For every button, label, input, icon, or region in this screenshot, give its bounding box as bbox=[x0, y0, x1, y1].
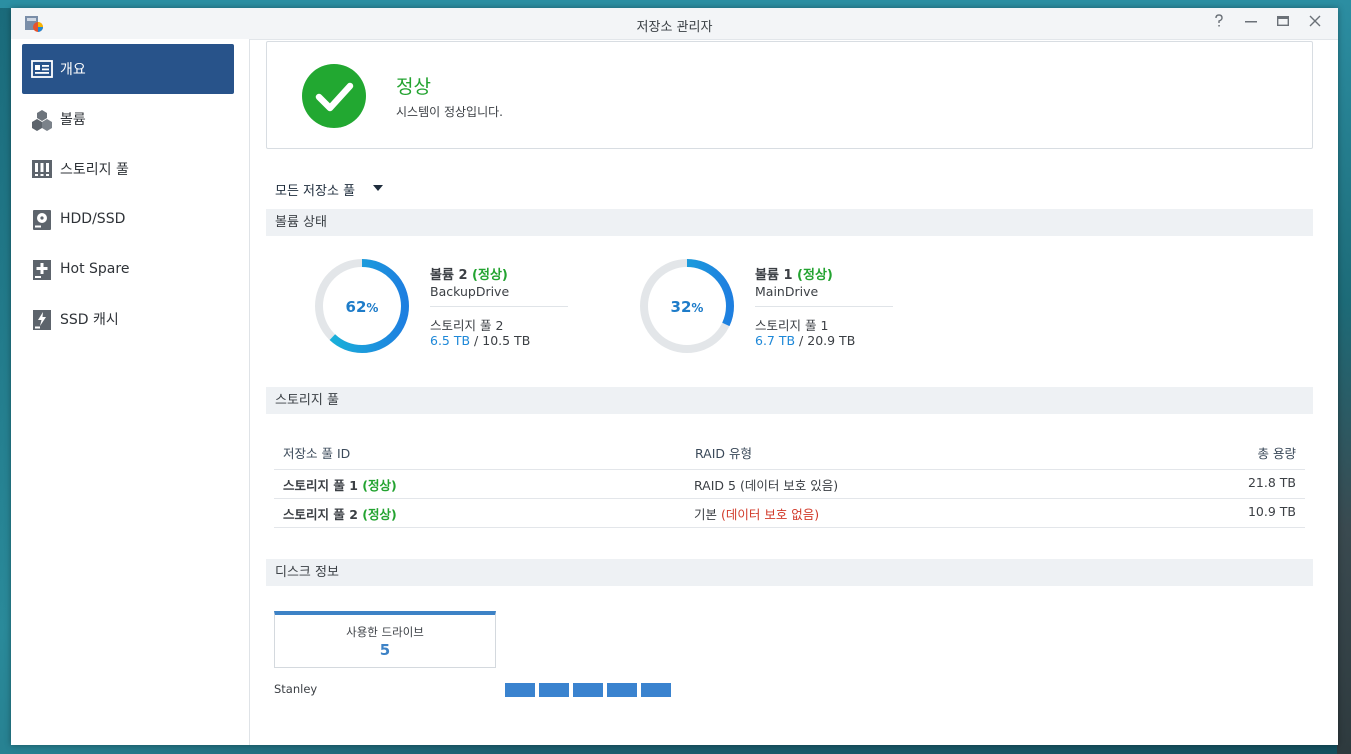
volume-usage-donut: 32% bbox=[640, 259, 734, 353]
volume-percent: 32 bbox=[671, 298, 692, 316]
storage-manager-window: 저장소 관리자 개요 볼륨 스토리지 풀 HDD/SSD Hot Spare S… bbox=[11, 8, 1338, 745]
volume-description: MainDrive bbox=[755, 284, 819, 299]
used-capacity: 6.7 TB bbox=[755, 333, 796, 348]
sidebar-item-label: 개요 bbox=[60, 62, 86, 78]
sidebar-item-label: 볼륨 bbox=[60, 112, 86, 128]
desktop-background-edge bbox=[1337, 0, 1351, 754]
volume-state: 정상 bbox=[477, 268, 502, 283]
raid-type: 기본 bbox=[694, 507, 721, 522]
capacity-separator: / bbox=[795, 333, 808, 348]
volume-status-header: 볼륨 상태 bbox=[266, 209, 1313, 236]
drive-slot[interactable] bbox=[505, 683, 535, 697]
drives-used-count: 5 bbox=[379, 641, 391, 659]
storage-pool-icon bbox=[31, 159, 52, 179]
pool-state: 정상 bbox=[367, 478, 391, 493]
column-header-pool-id[interactable]: 저장소 풀 ID bbox=[283, 443, 350, 462]
svg-text:32%: 32% bbox=[671, 298, 704, 316]
hot-spare-plus-icon bbox=[31, 259, 51, 280]
ssd-cache-bolt-icon bbox=[31, 309, 51, 330]
volume-name[interactable]: 볼륨 2 (정상) bbox=[430, 264, 508, 283]
title-bar[interactable]: 저장소 관리자 bbox=[11, 8, 1338, 40]
divider bbox=[274, 469, 1305, 470]
divider bbox=[274, 527, 1305, 528]
capacity-separator: / bbox=[470, 333, 483, 348]
table-row-pool-id[interactable]: 스토리지 풀 1 (정상) bbox=[283, 475, 397, 494]
volume-description: BackupDrive bbox=[430, 284, 510, 299]
column-header-capacity[interactable]: 총 용량 bbox=[1258, 443, 1296, 462]
volume-state: 정상 bbox=[802, 268, 827, 283]
table-row-pool-id[interactable]: 스토리지 풀 2 (정상) bbox=[283, 504, 397, 523]
sidebar-item-overview[interactable]: 개요 bbox=[22, 44, 234, 94]
volume-name[interactable]: 볼륨 1 (정상) bbox=[755, 264, 833, 283]
volume-label[interactable]: 볼륨 2 bbox=[430, 268, 472, 283]
divider bbox=[430, 306, 568, 307]
status-check-icon bbox=[302, 64, 366, 128]
sidebar-item-volume[interactable]: 볼륨 bbox=[22, 94, 234, 144]
volume-pool: 스토리지 풀 2 bbox=[430, 318, 504, 333]
host-name: Stanley bbox=[274, 682, 318, 696]
sidebar-item-label: Hot Spare bbox=[60, 261, 130, 277]
volume-usage-donut: 62% bbox=[315, 259, 409, 353]
used-capacity: 6.5 TB bbox=[430, 333, 471, 348]
drives-used-card: 사용한 드라이브 5 bbox=[274, 611, 496, 668]
volume-pool: 스토리지 풀 1 bbox=[755, 318, 829, 333]
drive-slot[interactable] bbox=[641, 683, 671, 697]
percent-sign: % bbox=[366, 301, 378, 315]
minimize-icon[interactable] bbox=[1242, 14, 1260, 32]
volume-capacity: 6.5 TB / 10.5 TB bbox=[430, 333, 530, 348]
sidebar-item-label: HDD/SSD bbox=[60, 211, 126, 227]
pool-filter-dropdown[interactable]: 모든 저장소 풀 bbox=[275, 180, 355, 199]
table-cell-capacity: 21.8 TB bbox=[1247, 475, 1296, 490]
table-cell-capacity: 10.9 TB bbox=[1247, 504, 1296, 519]
total-capacity: 10.5 TB bbox=[482, 333, 531, 348]
status-title: 정상 bbox=[396, 76, 431, 98]
table-cell-raid: RAID 5 (데이터 보호 있음) bbox=[694, 478, 839, 493]
table-cell-raid: 기본 (데이터 보호 없음) bbox=[694, 504, 819, 523]
sidebar-item-hot-spare[interactable]: Hot Spare bbox=[22, 244, 234, 294]
sidebar-item-hdd-ssd[interactable]: HDD/SSD bbox=[22, 194, 234, 244]
volume-capacity: 6.7 TB / 20.9 TB bbox=[755, 333, 855, 348]
system-status-panel: 정상 시스템이 정상입니다. bbox=[266, 41, 1313, 149]
storage-pool-header: 스토리지 풀 bbox=[266, 387, 1313, 414]
sidebar-item-label: SSD 캐시 bbox=[60, 312, 119, 328]
window-title: 저장소 관리자 bbox=[636, 20, 713, 35]
volume-label[interactable]: 볼륨 1 bbox=[755, 268, 797, 283]
maximize-icon[interactable] bbox=[1274, 14, 1292, 32]
disk-icon bbox=[31, 209, 51, 230]
sidebar-item-ssd-cache[interactable]: SSD 캐시 bbox=[22, 294, 234, 344]
raid-warning: (데이터 보호 없음) bbox=[720, 507, 820, 522]
close-icon[interactable] bbox=[1306, 14, 1324, 32]
sidebar: 개요 볼륨 스토리지 풀 HDD/SSD Hot Spare SSD 캐시 bbox=[11, 39, 250, 745]
drives-used-label: 사용한 드라이브 bbox=[346, 625, 424, 639]
main-content: 정상 시스템이 정상입니다. 모든 저장소 풀 볼륨 상태 62% 볼륨 2 (… bbox=[250, 39, 1338, 745]
help-icon[interactable] bbox=[1210, 14, 1228, 32]
pool-id[interactable]: 스토리지 풀 1 bbox=[283, 478, 362, 493]
overview-icon bbox=[31, 59, 53, 79]
drive-slot[interactable] bbox=[607, 683, 637, 697]
volume-cubes-icon bbox=[31, 109, 52, 131]
column-header-raid-type[interactable]: RAID 유형 bbox=[695, 443, 752, 462]
desktop-background bbox=[0, 0, 1351, 8]
total-capacity: 20.9 TB bbox=[807, 333, 856, 348]
divider bbox=[755, 306, 893, 307]
drive-slot[interactable] bbox=[573, 683, 603, 697]
chevron-down-icon[interactable] bbox=[373, 185, 383, 191]
svg-text:62%: 62% bbox=[346, 298, 379, 316]
pool-state: 정상 bbox=[367, 507, 391, 522]
volume-percent: 62 bbox=[346, 298, 367, 316]
percent-sign: % bbox=[691, 301, 703, 315]
pool-id[interactable]: 스토리지 풀 2 bbox=[283, 507, 362, 522]
sidebar-item-label: 스토리지 풀 bbox=[60, 162, 129, 178]
disk-info-header: 디스크 정보 bbox=[266, 559, 1313, 586]
divider bbox=[274, 498, 1305, 499]
sidebar-item-storage-pool[interactable]: 스토리지 풀 bbox=[22, 144, 234, 194]
drive-slot[interactable] bbox=[539, 683, 569, 697]
status-subtitle: 시스템이 정상입니다. bbox=[396, 105, 503, 119]
